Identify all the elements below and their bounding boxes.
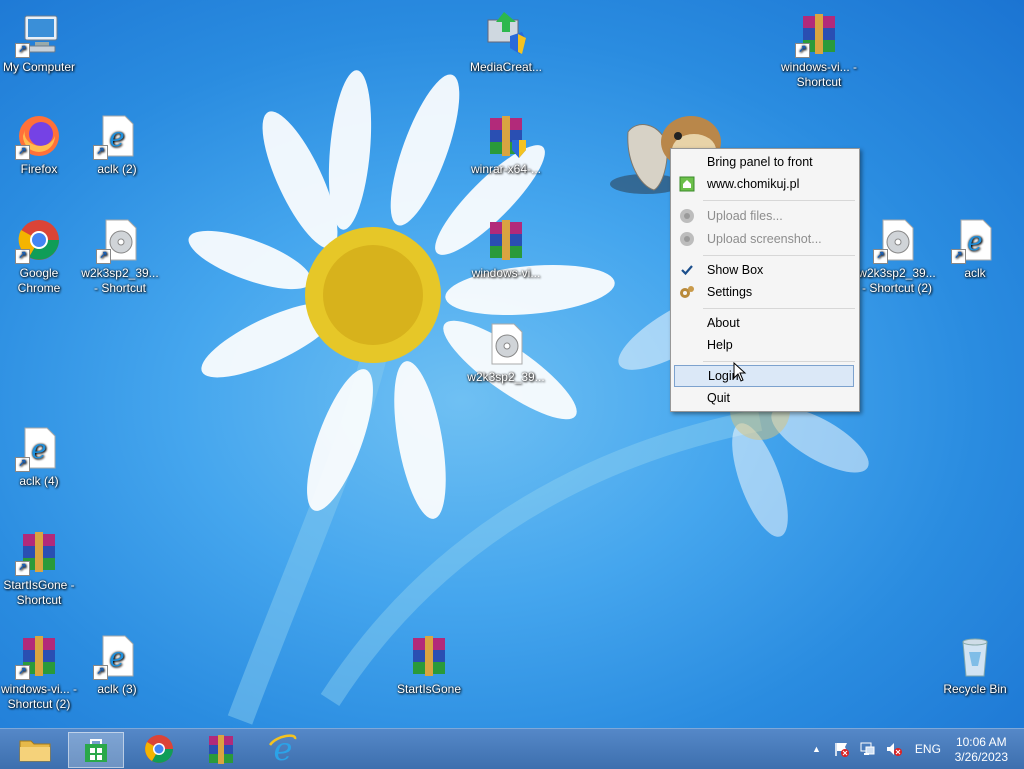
- taskbar: e ▲ ENG 10:06 AM 3/26/2023: [0, 728, 1024, 769]
- media-creation-tool-icon: [487, 12, 526, 54]
- desktop-icon-w2k3sp2[interactable]: w2k3sp2_39...: [464, 320, 548, 385]
- menu-item-settings[interactable]: Settings: [674, 281, 854, 303]
- recycle-bin-icon: [962, 638, 988, 677]
- desktop-icon-google-chrome[interactable]: ↗ Google Chrome: [0, 216, 81, 296]
- desktop-icon-startisgone-shortcut[interactable]: ↗ StartIsGone - Shortcut: [0, 528, 81, 608]
- desktop-icon-startisgone[interactable]: StartIsGone: [387, 632, 471, 697]
- menu-item-upload-screenshot[interactable]: Upload screenshot...: [674, 228, 854, 250]
- desktop-icon-aclk[interactable]: e ↗ aclk: [933, 216, 1017, 281]
- menu-item-show-box[interactable]: Show Box: [674, 259, 854, 281]
- svg-text:e: e: [109, 643, 124, 673]
- home-lock-icon: [679, 176, 695, 192]
- desktop-icon-w2k3sp2-shortcut[interactable]: ↗ w2k3sp2_39... - Shortcut: [78, 216, 162, 296]
- desktop-icon-my-computer[interactable]: ↗ My Computer: [0, 10, 81, 75]
- desktop-icon-aclk-2[interactable]: e ↗ aclk (2): [75, 112, 159, 177]
- action-center-flag-icon[interactable]: [833, 741, 851, 757]
- desktop-icon-mediacreationtool[interactable]: MediaCreat...: [464, 10, 548, 75]
- chrome-icon: [145, 735, 173, 763]
- menu-separator: [703, 361, 855, 362]
- desktop-icon-aclk-4[interactable]: e ↗ aclk (4): [0, 424, 81, 489]
- disc-image-icon: [491, 323, 523, 365]
- taskbar-store[interactable]: [68, 732, 124, 768]
- menu-item-login[interactable]: Login: [674, 365, 854, 387]
- upload-screenshot-icon: [680, 232, 694, 246]
- svg-text:e: e: [967, 227, 982, 257]
- tray-overflow-chevron[interactable]: ▲: [812, 744, 821, 754]
- menu-item-bring-panel-to-front[interactable]: Bring panel to front: [674, 151, 854, 173]
- desktop-icon-windows-vi-shortcut[interactable]: ↗ windows-vi... - Shortcut: [777, 10, 861, 90]
- menu-item-upload-files[interactable]: Upload files...: [674, 205, 854, 227]
- chomikuj-context-menu: Bring panel to front www.chomikuj.pl Upl…: [670, 148, 860, 412]
- taskbar-chrome[interactable]: [132, 732, 186, 766]
- menu-item-www-chomikuj[interactable]: www.chomikuj.pl: [674, 173, 854, 195]
- winrar-installer-icon: [490, 116, 526, 158]
- system-tray: ▲ ENG: [812, 729, 941, 769]
- menu-separator: [703, 255, 855, 256]
- menu-item-help[interactable]: Help: [674, 334, 854, 356]
- store-icon: [85, 739, 107, 762]
- network-icon[interactable]: [859, 741, 877, 757]
- desktop-icon-windows-vi-shortcut-2[interactable]: ↗ windows-vi... - Shortcut (2): [0, 632, 81, 712]
- desktop-icon-windows-vi[interactable]: windows-vi...: [464, 216, 548, 281]
- taskbar-winrar[interactable]: [194, 732, 248, 766]
- menu-item-quit[interactable]: Quit: [674, 387, 854, 409]
- winrar-archive-icon: [209, 735, 233, 764]
- menu-separator: [703, 308, 855, 309]
- mouse-cursor-icon: [733, 362, 747, 382]
- gear-icon: [680, 286, 694, 298]
- desktop-icon-winrar-x64[interactable]: winrar-x64-...: [464, 112, 548, 177]
- taskbar-clock[interactable]: 10:06 AM 3/26/2023: [955, 735, 1008, 765]
- folder-icon: [19, 740, 51, 762]
- taskbar-internet-explorer[interactable]: e: [256, 732, 310, 766]
- clock-date: 3/26/2023: [954, 750, 1008, 764]
- desktop-icon-firefox[interactable]: ↗ Firefox: [0, 112, 81, 177]
- desktop-icon-w2k3sp2-shortcut-2[interactable]: ↗ w2k3sp2_39... - Shortcut (2): [855, 216, 939, 296]
- winrar-archive-icon: [490, 220, 522, 260]
- desktop-icon-aclk-3[interactable]: e ↗ aclk (3): [75, 632, 159, 697]
- internet-explorer-icon: e: [268, 733, 297, 765]
- winrar-archive-icon: [413, 636, 445, 676]
- svg-text:e: e: [31, 435, 46, 465]
- desktop-icon-recycle-bin[interactable]: Recycle Bin: [933, 632, 1017, 697]
- clock-time: 10:06 AM: [955, 735, 1007, 749]
- menu-separator: [703, 200, 855, 201]
- menu-item-about[interactable]: About: [674, 312, 854, 334]
- desktop[interactable]: ↗ My Computer ↗ Firefox e ↗ aclk (2) ↗ G…: [0, 0, 1024, 728]
- language-indicator[interactable]: ENG: [915, 742, 941, 756]
- speaker-muted-icon[interactable]: [885, 741, 903, 757]
- upload-files-icon: [680, 209, 694, 223]
- checkmark-icon: [681, 265, 693, 276]
- taskbar-file-explorer[interactable]: [8, 732, 62, 766]
- svg-text:e: e: [109, 123, 124, 153]
